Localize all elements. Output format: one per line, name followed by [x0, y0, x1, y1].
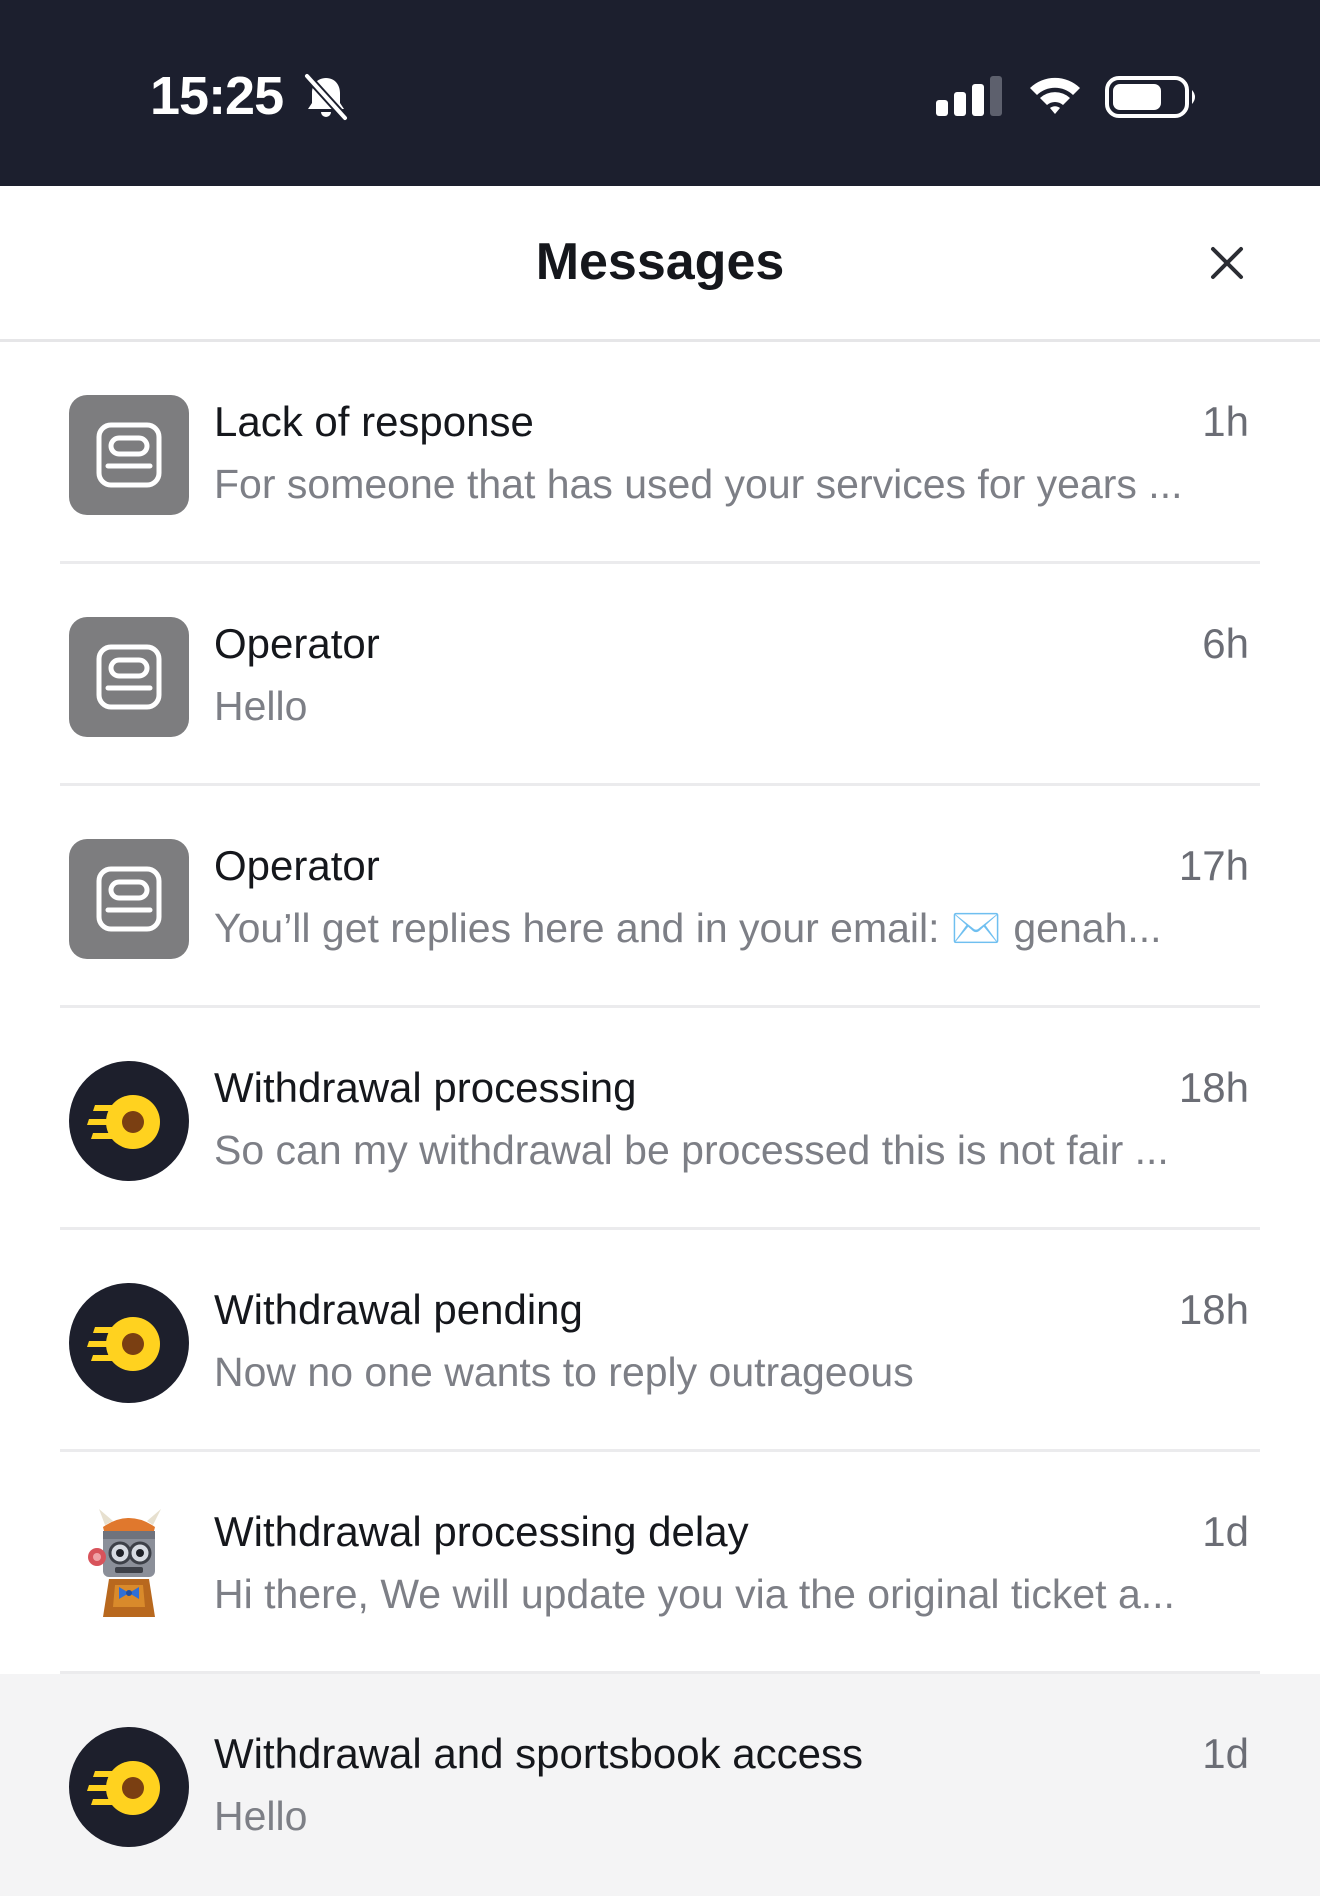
- ticket-icon: [69, 395, 189, 515]
- close-icon[interactable]: [1202, 238, 1252, 288]
- message-time: 1h: [1202, 398, 1249, 445]
- message-title: Withdrawal processing delay: [214, 1508, 749, 1555]
- message-title: Withdrawal pending: [214, 1286, 583, 1333]
- ticket-icon: [69, 839, 189, 959]
- message-list: Lack of response 1h For someone that has…: [0, 342, 1320, 1896]
- status-time: 15:25: [150, 66, 284, 126]
- message-title: Operator: [214, 842, 380, 889]
- messages-header: Messages: [0, 186, 1320, 342]
- bell-slash-icon: [303, 72, 349, 122]
- message-time: 1d: [1202, 1508, 1249, 1555]
- message-title: Withdrawal processing: [214, 1064, 637, 1111]
- message-preview: So can my withdrawal be processed this i…: [214, 1127, 1169, 1173]
- message-preview: Hi there, We will update you via the ori…: [214, 1571, 1175, 1617]
- brand-logo-icon: [69, 1283, 189, 1403]
- page-title: Messages: [535, 233, 785, 291]
- message-item[interactable]: Withdrawal and sportsbook access 1d Hell…: [0, 1674, 1320, 1896]
- message-time: 17h: [1178, 842, 1249, 889]
- message-time: 18h: [1178, 1286, 1249, 1333]
- message-item[interactable]: Lack of response 1h For someone that has…: [0, 342, 1320, 564]
- message-item[interactable]: Operator 6h Hello: [0, 564, 1320, 786]
- message-preview: For someone that has used your services …: [214, 461, 1183, 507]
- robot-mascot-icon: [69, 1505, 189, 1625]
- wifi-icon: [1030, 77, 1080, 114]
- brand-logo-icon: [69, 1727, 189, 1847]
- battery-icon: [1105, 76, 1195, 118]
- ticket-icon: [69, 617, 189, 737]
- message-item[interactable]: Operator 17h You’ll get replies here and…: [0, 786, 1320, 1008]
- status-bar: 15:25: [0, 0, 1320, 186]
- message-title: Lack of response: [214, 398, 534, 445]
- message-time: 6h: [1202, 620, 1249, 667]
- message-time: 18h: [1178, 1064, 1249, 1111]
- message-item[interactable]: Withdrawal pending 18h Now no one wants …: [0, 1230, 1320, 1452]
- message-time: 1d: [1202, 1730, 1249, 1777]
- message-preview: Now no one wants to reply outrageous: [214, 1349, 914, 1395]
- message-title: Withdrawal and sportsbook access: [214, 1730, 863, 1777]
- message-preview: You’ll get replies here and in your emai…: [214, 905, 1162, 951]
- message-item[interactable]: Withdrawal processing 18h So can my with…: [0, 1008, 1320, 1230]
- cellular-signal-icon: [936, 76, 1002, 116]
- message-preview: Hello: [214, 1793, 308, 1839]
- message-preview: Hello: [214, 683, 308, 729]
- message-title: Operator: [214, 620, 380, 667]
- message-item[interactable]: Withdrawal processing delay 1d Hi there,…: [0, 1452, 1320, 1674]
- brand-logo-icon: [69, 1061, 189, 1181]
